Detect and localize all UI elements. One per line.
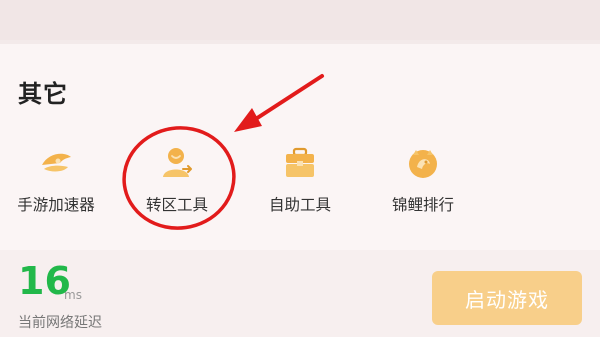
- user-transfer-icon: [163, 148, 192, 177]
- latency-label: 当前网络延迟: [18, 315, 102, 331]
- tool-koi-ranking[interactable]: 锦鲤排行: [368, 145, 478, 215]
- tool-label: 手游加速器: [17, 196, 95, 214]
- rocket-icon: [42, 153, 71, 172]
- tool-label: 自助工具: [268, 196, 331, 214]
- latency-unit: ms: [64, 288, 82, 302]
- tool-label: 转区工具: [145, 196, 208, 214]
- top-band: [0, 0, 600, 40]
- latency-value: 16: [18, 259, 71, 303]
- tool-label: 锦鲤排行: [391, 196, 454, 214]
- koi-badge-icon: [409, 150, 437, 178]
- section-title: 其它: [18, 80, 68, 108]
- toolbox-icon: [286, 147, 314, 177]
- start-game-button[interactable]: 启动游戏: [432, 271, 582, 325]
- tool-mobile-game-accelerator[interactable]: 手游加速器: [1, 145, 111, 215]
- tool-self-help[interactable]: 自助工具: [245, 145, 355, 215]
- tool-server-transfer[interactable]: 转区工具: [122, 145, 232, 215]
